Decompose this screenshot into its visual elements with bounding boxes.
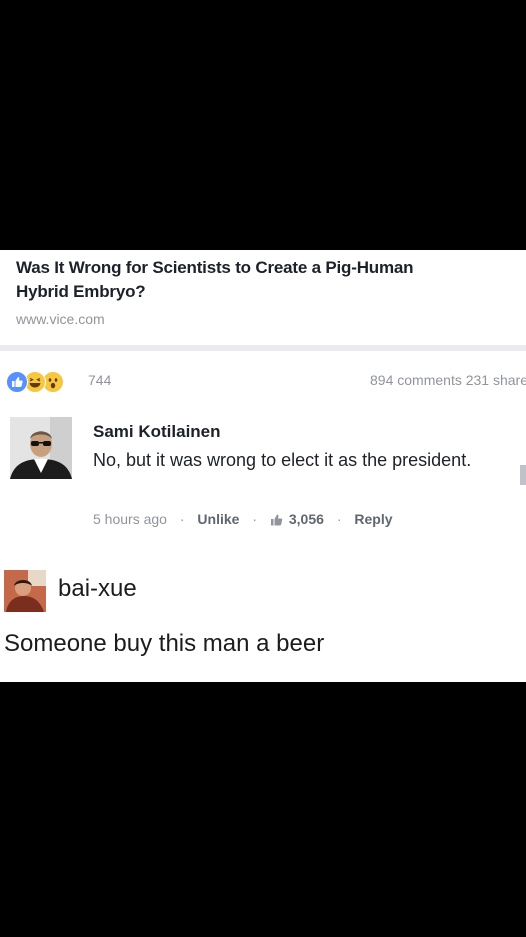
scrollbar-thumb[interactable] (520, 465, 526, 485)
link-title[interactable]: Was It Wrong for Scientists to Create a … (16, 256, 526, 304)
reaction-bar: 744 894 comments 231 share (0, 351, 526, 407)
link-preview[interactable]: Was It Wrong for Scientists to Create a … (0, 250, 526, 345)
reaction-count[interactable]: 744 (88, 372, 111, 388)
comment-text: No, but it was wrong to elect it as the … (93, 450, 472, 470)
comment-meta: 5 hours ago · Unlike · 3,056 · Reply (93, 511, 393, 529)
like-count[interactable]: 3,056 (289, 511, 324, 527)
comment-text: Someone buy this man a beer (4, 630, 325, 657)
screenshot-card: Was It Wrong for Scientists to Create a … (0, 250, 526, 682)
separator: · (336, 511, 342, 527)
comment: Sami Kotilainen No, but it was wrong to … (0, 407, 526, 557)
link-domain: www.vice.com (16, 311, 105, 327)
comment: bai-xue Someone buy this man a beer (0, 560, 526, 682)
reply-button[interactable]: Reply (354, 511, 392, 527)
comment-author[interactable]: bai-xue (58, 575, 137, 603)
comment-author[interactable]: Sami Kotilainen (93, 422, 221, 442)
separator: · (179, 511, 185, 527)
like-icon (6, 371, 28, 393)
unlike-button[interactable]: Unlike (197, 511, 239, 527)
avatar[interactable] (10, 417, 72, 479)
separator: · (252, 511, 257, 527)
thumbs-up-icon (270, 513, 283, 529)
avatar[interactable] (4, 570, 46, 612)
comments-shares-count[interactable]: 894 comments 231 share (370, 372, 526, 388)
comment-timestamp[interactable]: 5 hours ago (93, 511, 167, 527)
